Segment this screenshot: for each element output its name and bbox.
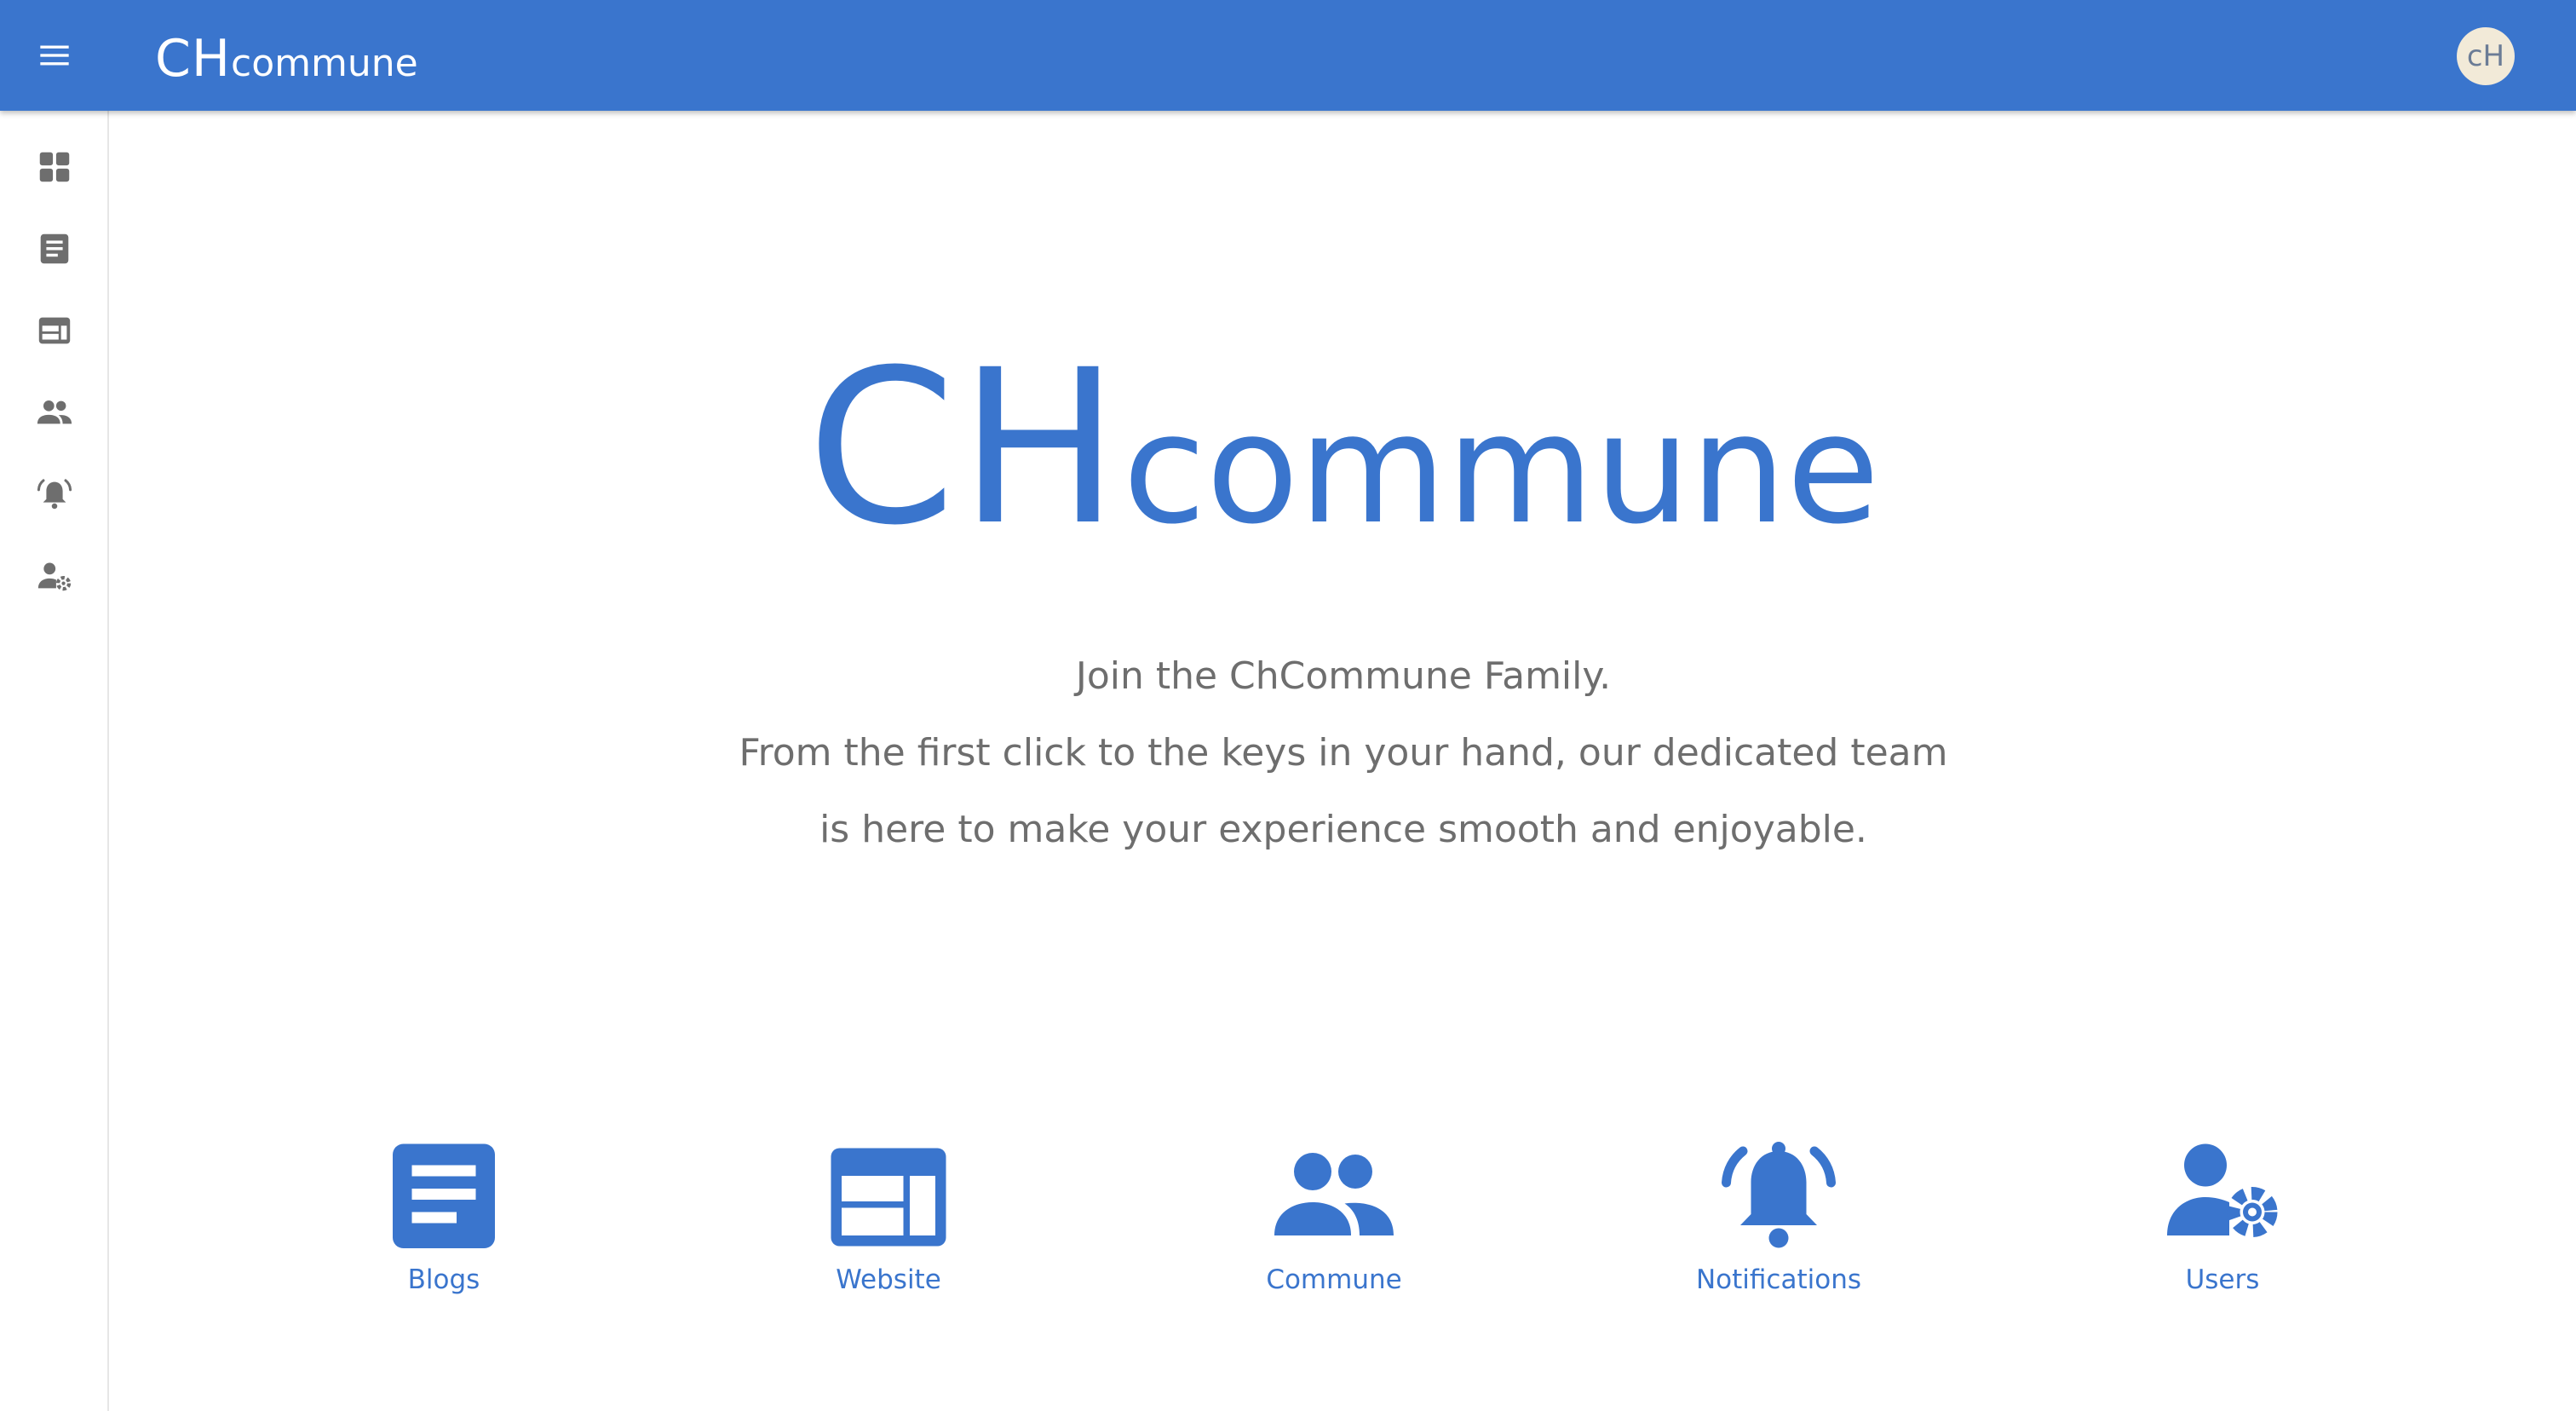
tagline-line-2: From the first click to the keys in your… (739, 731, 1948, 775)
feature-label: Blogs (407, 1264, 480, 1295)
feature-website[interactable]: Website (761, 1142, 1016, 1295)
hero-logo: CHcommune (111, 324, 2576, 572)
feature-label: Commune (1266, 1264, 1402, 1295)
manage-accounts-icon (37, 562, 72, 591)
sidebar-item-blogs[interactable] (26, 220, 83, 278)
sidebar (0, 111, 109, 1411)
sidebar-item-commune[interactable] (26, 383, 83, 441)
people-icon (37, 400, 72, 424)
app-logo-commune: commune (231, 42, 418, 85)
manage-accounts-icon (2167, 1143, 2278, 1238)
feature-label: Users (2185, 1264, 2260, 1295)
feature-label: Notifications (1695, 1264, 1862, 1295)
people-icon (1274, 1153, 1394, 1235)
hero-logo-commune: commune (1122, 381, 1880, 557)
article-icon (393, 1143, 495, 1248)
menu-button[interactable] (31, 34, 78, 77)
sidebar-item-website[interactable] (26, 302, 83, 360)
tagline-line-3: is here to make your experience smooth a… (819, 808, 1867, 851)
main-content: CHcommune Join the ChCommune Family. Fro… (111, 111, 2576, 1411)
app-logo[interactable]: CHcommune (155, 29, 418, 89)
avatar[interactable]: cH (2457, 27, 2515, 85)
sidebar-item-users[interactable] (26, 547, 83, 605)
tagline-line-1: Join the ChCommune Family. (1075, 654, 1612, 698)
top-app-bar: CHcommune cH (0, 0, 2576, 111)
sidebar-item-notifications[interactable] (26, 465, 83, 523)
sidebar-item-dashboard[interactable] (26, 138, 83, 196)
feature-notifications[interactable]: Notifications (1651, 1142, 1906, 1295)
feature-label: Website (836, 1264, 941, 1295)
menu-icon (40, 45, 69, 66)
feature-users[interactable]: Users (2095, 1142, 2350, 1295)
alarm-bell-icon (37, 479, 72, 510)
web-icon (38, 317, 71, 344)
app-logo-ch: CH (155, 29, 232, 89)
feature-commune[interactable]: Commune (1206, 1142, 1462, 1295)
web-icon (831, 1148, 946, 1247)
feature-blogs[interactable]: Blogs (316, 1142, 572, 1295)
article-icon (40, 233, 69, 264)
hero-logo-ch: CH (807, 324, 1123, 572)
alarm-bell-icon (1722, 1142, 1836, 1248)
dashboard-icon (39, 152, 70, 182)
